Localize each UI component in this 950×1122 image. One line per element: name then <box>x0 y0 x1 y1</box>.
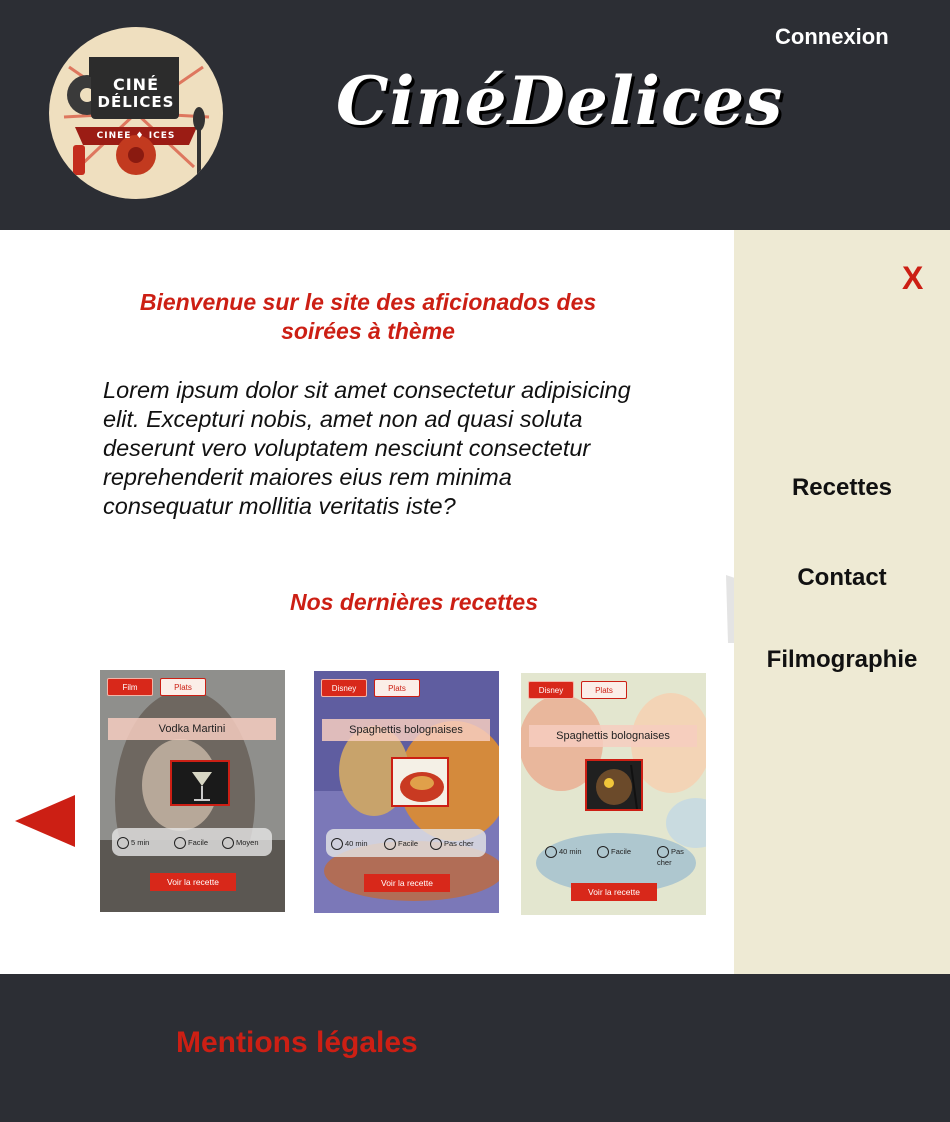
recipe-title: Vodka Martini <box>108 718 276 740</box>
carousel-prev-arrow-icon[interactable] <box>15 795 75 847</box>
euro-icon <box>657 846 669 858</box>
difficulty-value: Facile <box>188 837 209 847</box>
euro-icon <box>430 838 442 850</box>
close-menu-icon[interactable]: X <box>902 260 923 297</box>
recipe-infos: 5 min Facile Moyen <box>112 828 272 856</box>
view-recipe-button[interactable]: Voir la recette <box>571 883 657 901</box>
recipe-thumbnail <box>391 757 449 807</box>
logo-line-2: DÉLICES <box>97 93 175 111</box>
recipe-infos: 40 min Facile Pas cher <box>533 837 693 867</box>
legal-notice-link[interactable]: Mentions légales <box>176 1026 418 1060</box>
type-tag[interactable]: Plats <box>160 678 206 696</box>
recipe-card[interactable]: Disney Plats Spaghettis bolognaises 40 m… <box>521 673 706 915</box>
view-recipe-button[interactable]: Voir la recette <box>150 873 236 891</box>
time-value: 40 min <box>559 846 582 856</box>
price-info: Pas cher <box>430 838 474 850</box>
price-value: Moyen <box>236 837 259 847</box>
site-footer <box>0 974 950 1122</box>
time-value: 40 min <box>345 838 368 848</box>
recipe-card[interactable]: Disney Plats Spaghettis bolognaises 40 m… <box>314 671 499 913</box>
difficulty-info: Facile <box>597 846 631 858</box>
recipe-infos: 40 min Facile Pas cher <box>326 829 486 857</box>
site-header: CINÉ DÉLICES CINEE ♦ ICES Connexion Ciné… <box>0 0 950 230</box>
type-tag[interactable]: Plats <box>581 681 627 699</box>
price-value: Pas cher <box>444 838 474 848</box>
clock-icon <box>117 837 129 849</box>
main-content: Bienvenue sur le site des aficionados de… <box>0 230 736 974</box>
difficulty-info: Facile <box>384 838 418 850</box>
category-tag[interactable]: Disney <box>528 681 574 699</box>
price-info: Moyen <box>222 837 259 849</box>
price-info: Pas cher <box>657 846 693 867</box>
nav-link-contact[interactable]: Contact <box>734 564 950 592</box>
category-tag[interactable]: Film <box>107 678 153 696</box>
type-tag[interactable]: Plats <box>374 679 420 697</box>
gauge-icon <box>174 837 186 849</box>
euro-icon <box>222 837 234 849</box>
login-link[interactable]: Connexion <box>775 24 889 50</box>
site-title: CinéDelices <box>336 62 784 140</box>
recipe-card[interactable]: Film Plats Vodka Martini 5 min Facile Mo… <box>100 670 285 912</box>
gauge-icon <box>384 838 396 850</box>
time-value: 5 min <box>131 837 150 847</box>
intro-paragraph: Lorem ipsum dolor sit amet consectetur a… <box>103 377 631 519</box>
category-tag[interactable]: Disney <box>321 679 367 697</box>
nav-link-filmographie[interactable]: Filmographie <box>734 646 950 674</box>
side-menu <box>734 230 950 974</box>
nav-link-recettes[interactable]: Recettes <box>734 474 950 502</box>
recipe-thumbnail <box>170 760 230 806</box>
welcome-heading: Bienvenue sur le site des aficionados de… <box>139 289 597 344</box>
recipe-thumbnail <box>585 759 643 811</box>
view-recipe-button[interactable]: Voir la recette <box>364 874 450 892</box>
logo-line-1: CINÉ <box>112 75 159 94</box>
time-info: 40 min <box>545 846 582 858</box>
logo-band: CINEE ♦ ICES <box>96 131 176 141</box>
difficulty-info: Facile <box>174 837 208 849</box>
difficulty-value: Facile <box>398 838 419 848</box>
recipe-title: Spaghettis bolognaises <box>322 719 490 741</box>
clock-icon <box>331 838 343 850</box>
time-info: 40 min <box>331 838 368 850</box>
recipe-title: Spaghettis bolognaises <box>529 725 697 747</box>
difficulty-value: Facile <box>611 846 632 856</box>
gauge-icon <box>597 846 609 858</box>
time-info: 5 min <box>117 837 149 849</box>
site-logo[interactable]: CINÉ DÉLICES CINEE ♦ ICES <box>49 27 223 199</box>
clock-icon <box>545 846 557 858</box>
logo-graphic <box>52 29 220 197</box>
latest-recipes-heading: Nos dernières recettes <box>290 589 539 615</box>
